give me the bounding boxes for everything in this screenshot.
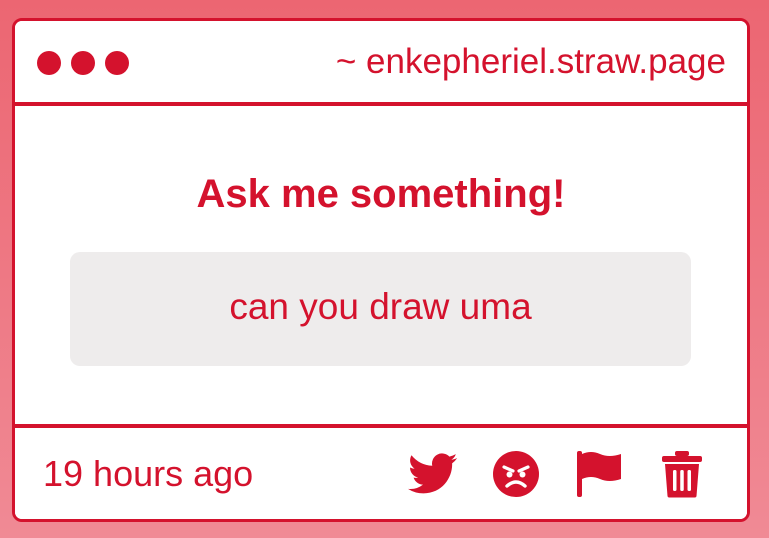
page-title: Ask me something! bbox=[196, 172, 566, 216]
angry-face-icon bbox=[493, 451, 539, 497]
twitter-icon bbox=[408, 453, 458, 494]
window-dot bbox=[105, 51, 129, 75]
site-url[interactable]: ~ enkepheriel.straw.page bbox=[336, 40, 726, 84]
question-card: ~ enkepheriel.straw.page Ask me somethin… bbox=[12, 18, 750, 522]
window-titlebar: ~ enkepheriel.straw.page bbox=[15, 21, 747, 106]
question-area: Ask me something! can you draw uma bbox=[15, 106, 747, 424]
card-footer: 19 hours ago bbox=[15, 424, 747, 519]
delete-button[interactable] bbox=[656, 450, 708, 498]
trash-icon bbox=[662, 451, 702, 498]
report-abuse-button[interactable] bbox=[490, 450, 542, 498]
window-dot bbox=[37, 51, 61, 75]
action-bar bbox=[407, 450, 708, 498]
question-box: can you draw uma bbox=[70, 252, 691, 366]
window-dots bbox=[37, 51, 129, 75]
flag-icon bbox=[577, 451, 621, 497]
flag-button[interactable] bbox=[573, 450, 625, 498]
window-dot bbox=[71, 51, 95, 75]
timestamp: 19 hours ago bbox=[43, 453, 254, 494]
share-twitter-button[interactable] bbox=[407, 450, 459, 498]
question-text: can you draw uma bbox=[229, 286, 532, 327]
